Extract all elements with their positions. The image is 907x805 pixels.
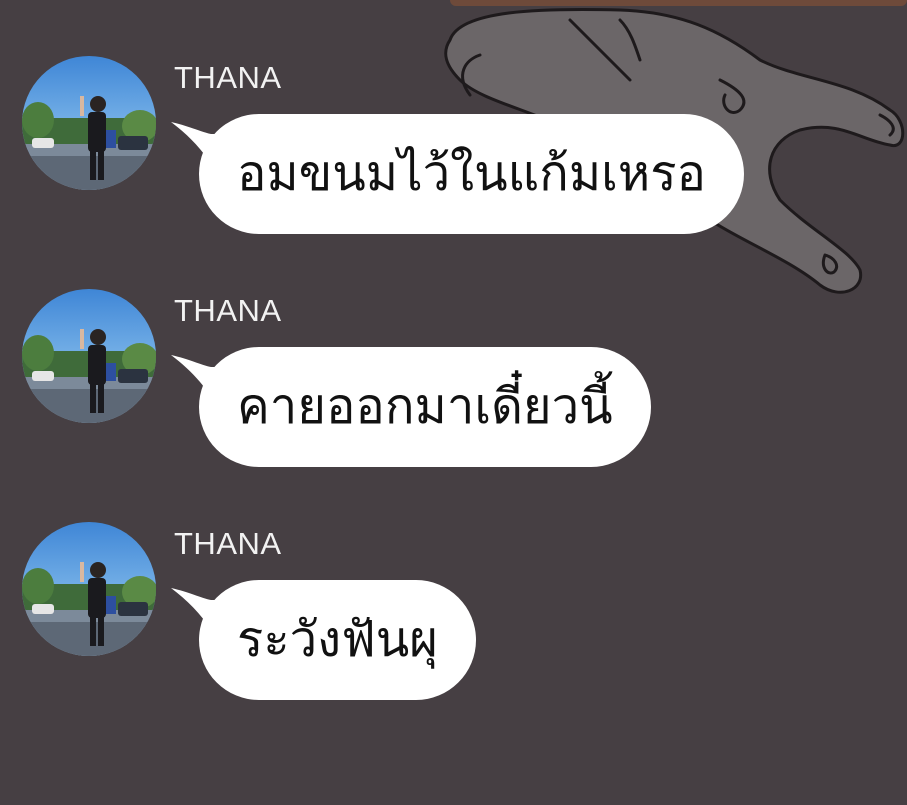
- message-bubble[interactable]: คายออกมาเดี๋ยวนี้: [171, 347, 651, 467]
- message-bubble[interactable]: ระวังฟันผุ: [171, 580, 476, 700]
- bubble-tail: [171, 122, 231, 164]
- message-text: คายออกมาเดี๋ยวนี้: [237, 378, 613, 435]
- message-bubble[interactable]: อมขนมไว้ในแก้มเหรอ: [171, 114, 744, 234]
- user-photo-avatar-icon[interactable]: [22, 289, 156, 423]
- sender-name: THANA: [174, 293, 282, 328]
- sender-name: THANA: [174, 60, 282, 95]
- bubble-tail: [171, 588, 231, 630]
- message-row: THANA ระวังฟันผุ: [0, 522, 907, 700]
- message-text: ระวังฟันผุ: [237, 611, 438, 668]
- sender-name: THANA: [174, 526, 282, 561]
- message-text: อมขนมไว้ในแก้มเหรอ: [237, 145, 706, 202]
- message-row: THANA คายออกมาเดี๋ยวนี้: [0, 289, 907, 467]
- message-row: THANA อมขนมไว้ในแก้มเหรอ: [0, 56, 907, 234]
- user-photo-avatar-icon[interactable]: [22, 56, 156, 190]
- user-photo-avatar-icon[interactable]: [22, 522, 156, 656]
- bubble-tail: [171, 355, 231, 397]
